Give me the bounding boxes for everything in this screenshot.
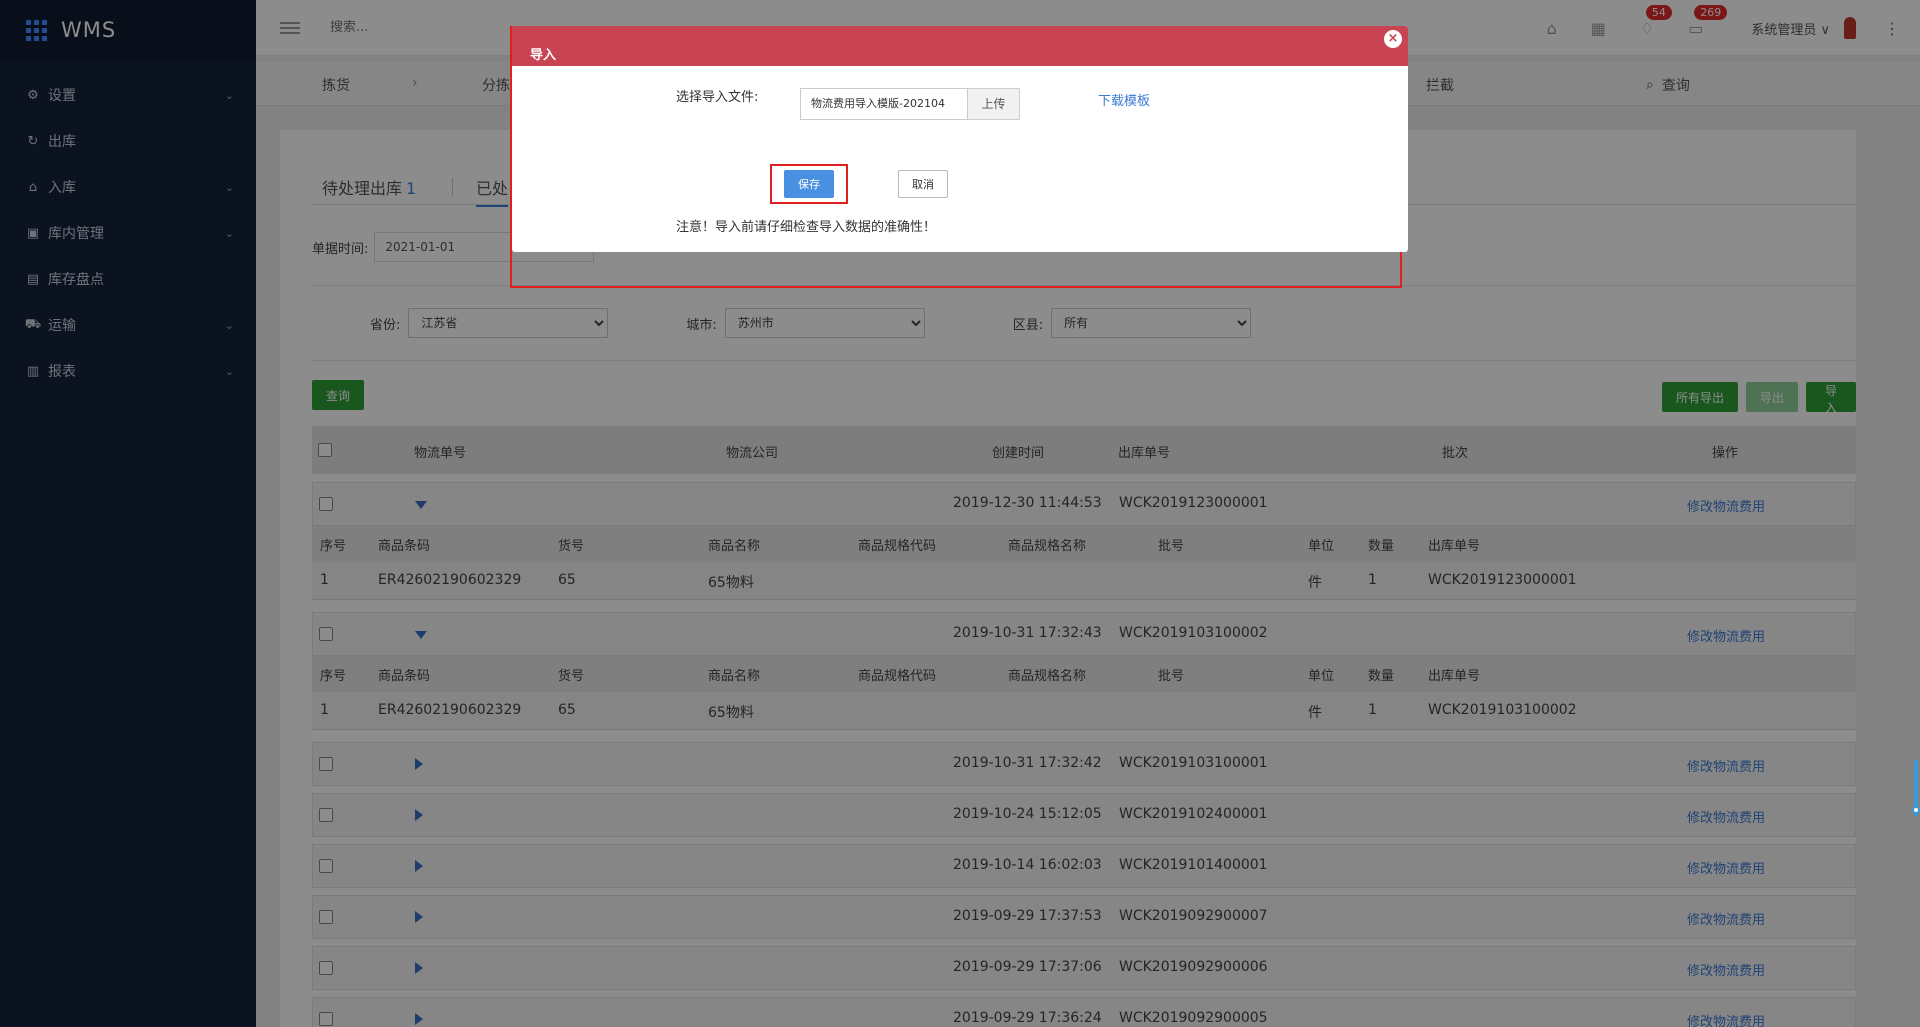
file-picker[interactable]: 物流费用导入模版-202104 上传: [800, 88, 1020, 120]
file-name: 物流费用导入模版-202104: [811, 97, 945, 110]
close-icon[interactable]: ×: [1384, 30, 1402, 48]
scrollbar-knob[interactable]: [1912, 806, 1920, 814]
file-label: 选择导入文件:: [676, 90, 759, 105]
upload-button[interactable]: 上传: [967, 89, 1019, 119]
download-template-link[interactable]: 下载模板: [1098, 90, 1150, 109]
cancel-button[interactable]: 取消: [898, 170, 948, 198]
save-button[interactable]: 保存: [784, 170, 834, 198]
import-note: 注意！导入前请仔细检查导入数据的准确性！: [676, 220, 937, 235]
import-modal: 导入 × 选择导入文件: 物流费用导入模版-202104 上传 下载模板 保存 …: [512, 26, 1408, 252]
modal-title: 导入: [512, 26, 1408, 66]
